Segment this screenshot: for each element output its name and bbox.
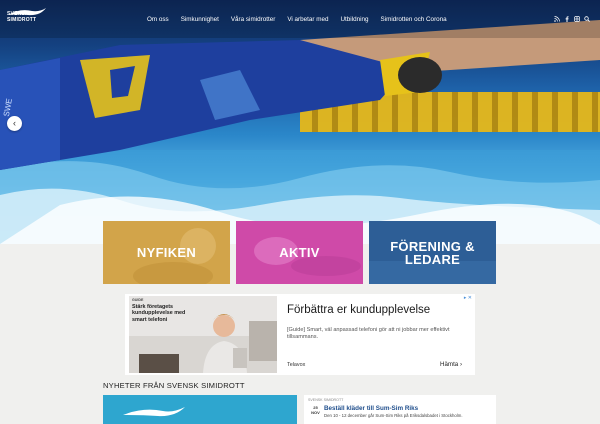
tile-forening-label-line1: FÖRENING & — [390, 238, 475, 254]
news-featured-image[interactable] — [103, 395, 297, 424]
main-menu: Om oss Simkunnighet Våra simidrotter Vi … — [141, 16, 453, 23]
news-date-month: NOV — [311, 409, 320, 415]
instagram-icon[interactable] — [574, 16, 580, 22]
news-date: 25 NOV — [309, 405, 322, 415]
nav-item-corona[interactable]: Simidrotten och Corona — [375, 16, 453, 23]
rss-icon[interactable] — [554, 16, 560, 22]
adchoices-icon[interactable]: ▸ ✕ — [464, 295, 472, 301]
nav-item-utbildning[interactable]: Utbildning — [335, 16, 375, 23]
nav-item-simkunnighet[interactable]: Simkunnighet — [175, 16, 225, 23]
news-section-title: NYHETER FRÅN SVENSK SIMIDROTT — [103, 381, 245, 390]
nav-item-vara-simidrotter[interactable]: Våra simidrotter — [225, 16, 281, 23]
nav-item-vi-arbetar-med[interactable]: Vi arbetar med — [281, 16, 334, 23]
tile-aktiv[interactable]: AKTIV — [236, 221, 363, 284]
ad-image-label: GUIDE — [132, 298, 144, 302]
ad-image-headline: Stärk företagets kundupplevelse med smar… — [132, 304, 186, 323]
page: SWE SVENSK SIMIDROTT Om oss Simkunnighet… — [0, 0, 600, 424]
logo-text-line2: SIMIDROTT — [7, 16, 37, 23]
ad-description: [Guide] Smart, väl anpassad telefoni gör… — [287, 327, 450, 341]
tile-forening-label-line2: LEDARE — [404, 251, 461, 267]
search-icon[interactable] — [584, 16, 590, 22]
news-category: SVENSK SIMIDROTT — [308, 398, 344, 402]
tile-aktiv-label: AKTIV — [279, 245, 320, 260]
hero-banner: SWE SVENSK SIMIDROTT Om oss Simkunnighet… — [0, 0, 600, 244]
logo-bird-icon — [123, 407, 185, 417]
news-description: Den 10 - 12 december går Sum-Sim Riks på… — [324, 413, 463, 418]
facebook-icon[interactable] — [564, 16, 570, 22]
logo-text: SVENSK SIMIDROTT — [7, 11, 37, 23]
tile-nyfiken[interactable]: NYFIKEN — [103, 221, 230, 284]
tile-forening-ledare[interactable]: FÖRENING & LEDARE — [369, 221, 496, 284]
chevron-right-icon: › — [459, 361, 463, 368]
tile-forening-label: FÖRENING & LEDARE — [390, 240, 475, 266]
ad-source: Telavox — [287, 362, 306, 368]
carousel-prev-button[interactable]: ‹ — [7, 116, 22, 131]
news-title[interactable]: Beställ kläder till Sum-Sim Riks — [324, 405, 418, 412]
ad-image[interactable]: GUIDE Stärk företagets kundupplevelse me… — [129, 296, 277, 373]
news-card[interactable]: SVENSK SIMIDROTT 25 NOV Beställ kläder t… — [304, 395, 496, 424]
ad-cta-label: Hämta — [440, 361, 459, 368]
top-nav: SVENSK SIMIDROTT Om oss Simkunnighet Vår… — [0, 0, 600, 38]
advertisement[interactable]: GUIDE Stärk företagets kundupplevelse me… — [125, 294, 475, 375]
ad-title[interactable]: Förbättra er kundupplevelse — [287, 304, 430, 316]
nav-item-om-oss[interactable]: Om oss — [141, 16, 175, 23]
social-icons — [554, 16, 590, 22]
tile-nyfiken-label: NYFIKEN — [136, 245, 197, 260]
ad-cta-button[interactable]: Hämta › — [440, 361, 462, 368]
